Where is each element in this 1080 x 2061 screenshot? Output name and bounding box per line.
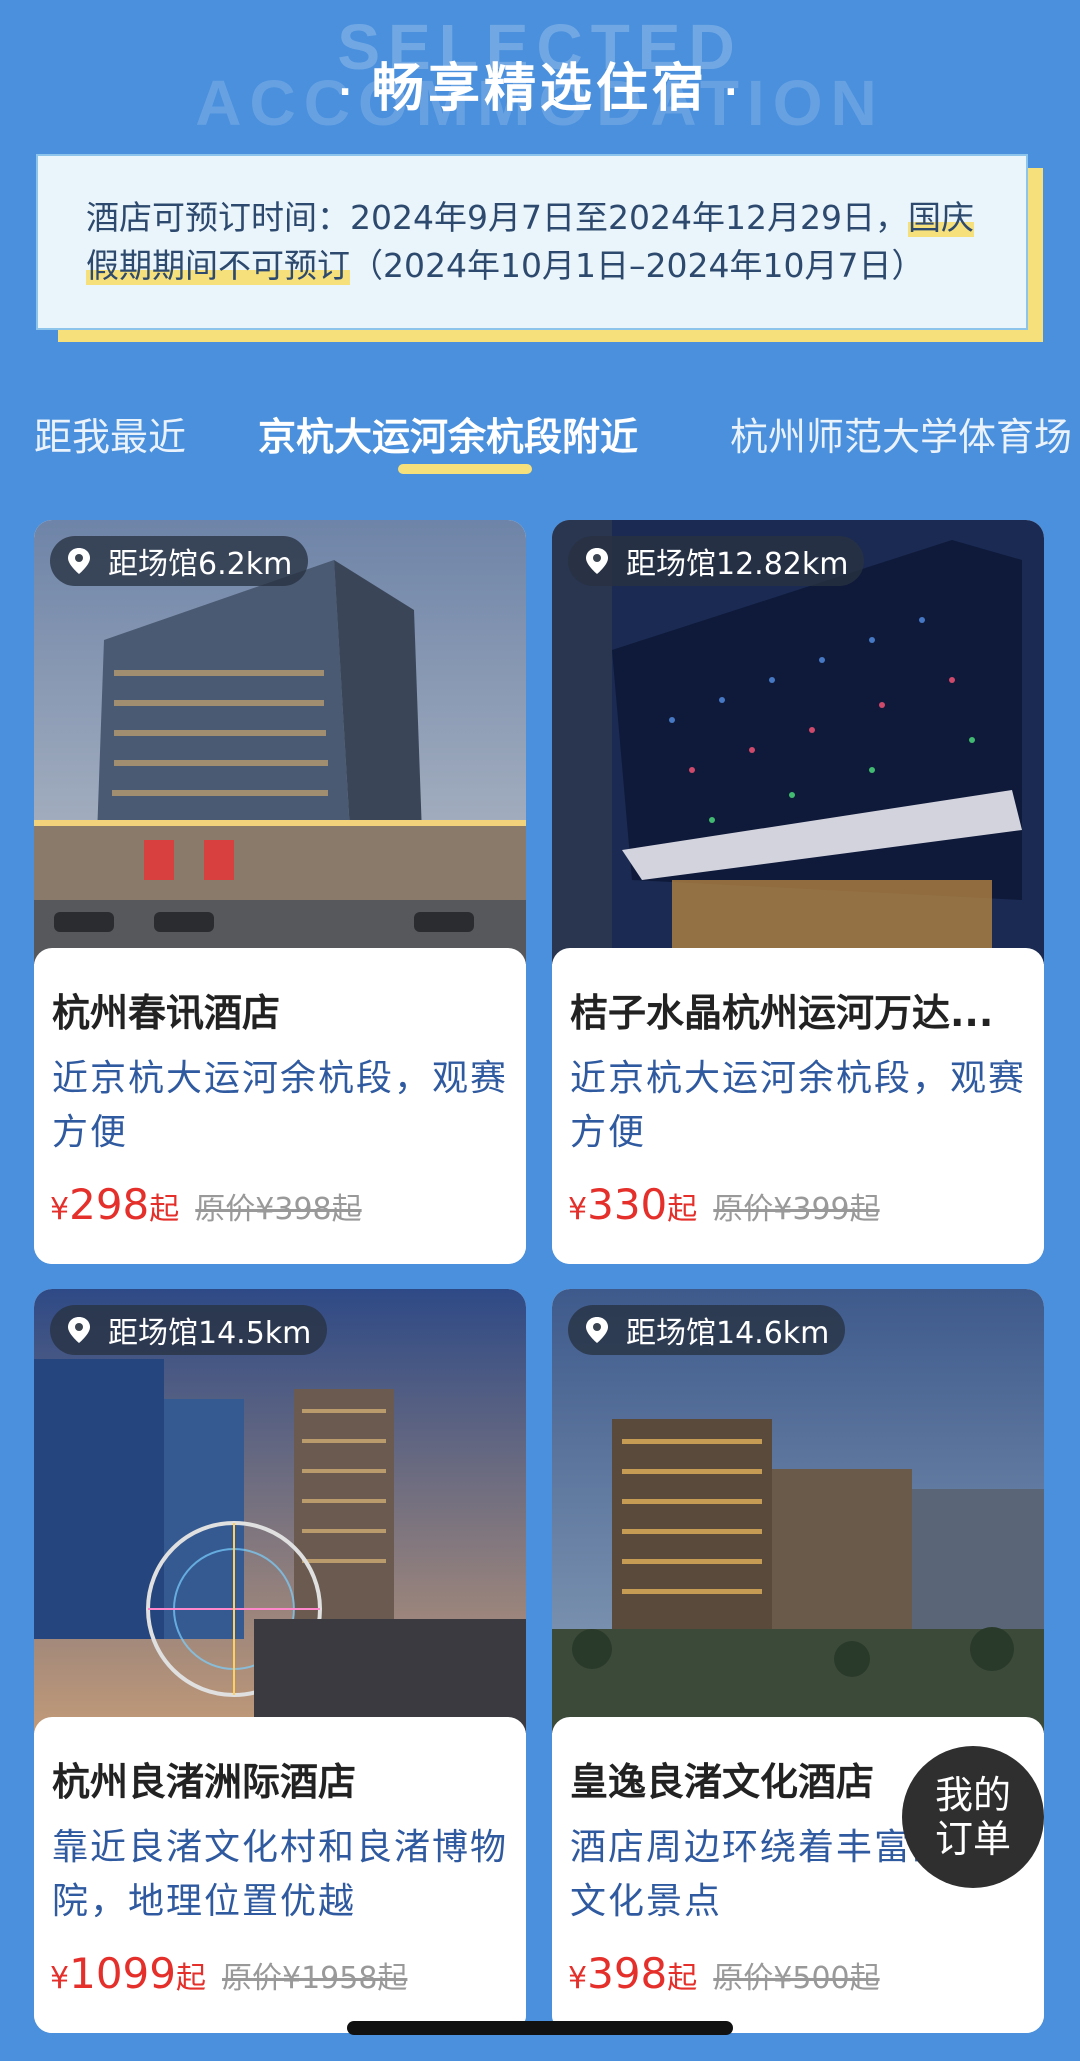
price-value: 298 xyxy=(69,1180,150,1229)
original-price: 原价¥1958起 xyxy=(221,1961,408,1996)
price-suffix: 起 xyxy=(667,1192,698,1227)
hotel-name: 杭州春讯酒店 xyxy=(52,991,281,1035)
price-suffix: 起 xyxy=(149,1192,180,1227)
distance-text: 距场馆14.6km xyxy=(626,1316,830,1351)
hotel-photo xyxy=(552,520,1044,964)
price-currency: ¥ xyxy=(568,1961,588,1996)
hotel-name: 杭州良渚洲际酒店 xyxy=(52,1760,357,1804)
distance-text: 距场馆6.2km xyxy=(108,547,293,582)
hotel-photo xyxy=(34,1289,526,1733)
distance-badge: 距场馆6.2km xyxy=(50,536,309,586)
notice-text-part1: 酒店可预订时间：2024年9月7日至2024年12月29日， xyxy=(86,198,908,237)
price-value: 330 xyxy=(587,1180,668,1229)
my-orders-button[interactable]: 我的 订单 xyxy=(902,1746,1044,1888)
page-title: · 畅享精选住宿 · xyxy=(0,46,1080,121)
hotel-price: ¥1099起 原价¥1958起 xyxy=(50,1949,407,1998)
price-value: 398 xyxy=(587,1949,668,1998)
tab-grand-canal[interactable]: 京杭大运河余杭段附近 xyxy=(258,406,638,461)
tab-nearest[interactable]: 距我最近 xyxy=(34,406,186,461)
original-price: 原价¥399起 xyxy=(713,1192,880,1227)
hotel-name: 桔子水晶杭州运河万达... xyxy=(570,991,994,1035)
title-dot-right: · xyxy=(724,71,742,113)
price-suffix: 起 xyxy=(175,1961,206,1996)
hotel-info: 杭州春讯酒店 近京杭大运河余杭段，观赛方便 ¥298起 原价¥398起 xyxy=(34,948,526,1264)
hotel-card[interactable]: 距场馆12.82km 桔子水晶杭州运河万达... 近京杭大运河余杭段，观赛方便 … xyxy=(552,520,1044,1264)
hotel-info: 桔子水晶杭州运河万达... 近京杭大运河余杭段，观赛方便 ¥330起 原价¥399… xyxy=(552,948,1044,1264)
hotel-description: 近京杭大运河余杭段，观赛方便 xyxy=(570,1058,1027,1153)
hotel-photo xyxy=(552,1289,1044,1733)
distance-text: 距场馆14.5km xyxy=(108,1316,312,1351)
hotel-price: ¥330起 原价¥399起 xyxy=(568,1180,880,1229)
active-tab-indicator xyxy=(398,464,532,474)
location-pin-icon xyxy=(68,1317,90,1343)
hotel-info: 杭州良渚洲际酒店 靠近良渚文化村和良渚博物院，地理位置优越 ¥1099起 原价¥1… xyxy=(34,1717,526,2033)
page-header: SELECTED ACCOMMODATION · 畅享精选住宿 · xyxy=(0,0,1080,140)
location-pin-icon xyxy=(586,548,608,574)
price-currency: ¥ xyxy=(568,1192,588,1227)
hotel-price: ¥298起 原价¥398起 xyxy=(50,1180,362,1229)
distance-badge: 距场馆14.6km xyxy=(568,1305,846,1355)
my-orders-label-line1: 我的 xyxy=(934,1773,1011,1817)
distance-text: 距场馆12.82km xyxy=(626,547,849,582)
original-price: 原价¥500起 xyxy=(713,1961,880,1996)
my-orders-label-line2: 订单 xyxy=(934,1817,1011,1861)
distance-badge: 距场馆14.5km xyxy=(50,1305,328,1355)
tab-normal-university-stadium[interactable]: 杭州师范大学体育场 xyxy=(730,406,1072,461)
home-indicator[interactable] xyxy=(347,2021,733,2035)
page-title-text: 畅享精选住宿 xyxy=(371,59,708,119)
price-value: 1099 xyxy=(69,1949,176,1998)
booking-notice: 酒店可预订时间：2024年9月7日至2024年12月29日，国庆假期期间不可预订… xyxy=(36,154,1028,330)
distance-badge: 距场馆12.82km xyxy=(568,536,865,586)
price-currency: ¥ xyxy=(50,1961,70,1996)
original-price: 原价¥398起 xyxy=(195,1192,362,1227)
hotel-card[interactable]: 距场馆6.2km 杭州春讯酒店 近京杭大运河余杭段，观赛方便 ¥298起 原价¥3… xyxy=(34,520,526,1264)
hotel-card[interactable]: 距场馆14.6km 皇逸良渚文化酒店 酒店周边环绕着丰富的历史文化景点 ¥398… xyxy=(552,1289,1044,2033)
hotel-card[interactable]: 距场馆14.5km 杭州良渚洲际酒店 靠近良渚文化村和良渚博物院，地理位置优越 … xyxy=(34,1289,526,2033)
hotel-price: ¥398起 原价¥500起 xyxy=(568,1949,880,1998)
hotel-description: 靠近良渚文化村和良渚博物院，地理位置优越 xyxy=(52,1827,509,1922)
price-currency: ¥ xyxy=(50,1192,70,1227)
hotel-photo xyxy=(34,520,526,964)
hotel-description: 近京杭大运河余杭段，观赛方便 xyxy=(52,1058,509,1153)
location-pin-icon xyxy=(68,548,90,574)
price-suffix: 起 xyxy=(667,1961,698,1996)
title-dot-left: · xyxy=(338,71,356,113)
notice-text-part2: （2024年10月1日–2024年10月7日） xyxy=(350,246,925,285)
category-tabs: 距我最近 京杭大运河余杭段附近 杭州师范大学体育场 xyxy=(0,400,1080,480)
location-pin-icon xyxy=(586,1317,608,1343)
